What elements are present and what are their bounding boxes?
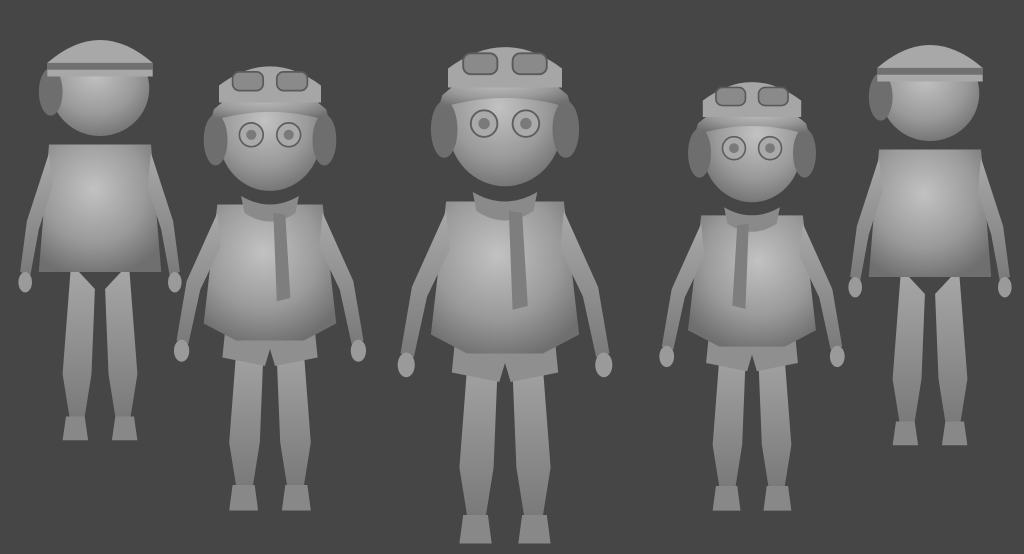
turnaround-canvas — [18, 39, 1012, 545]
character-front — [396, 46, 614, 545]
turnaround-scene — [0, 0, 1024, 554]
character-back-left — [18, 39, 182, 441]
character-back-right — [848, 44, 1012, 446]
character-side-left — [173, 65, 367, 512]
character-side-right — [658, 81, 846, 512]
